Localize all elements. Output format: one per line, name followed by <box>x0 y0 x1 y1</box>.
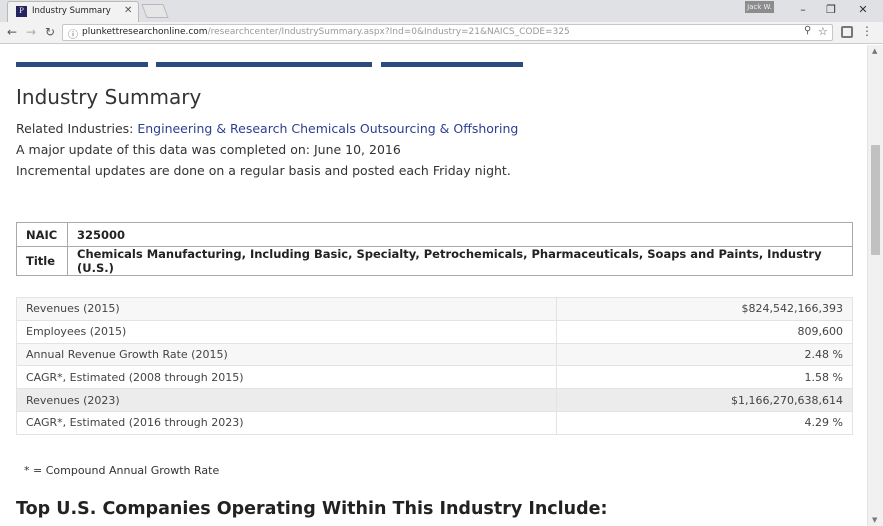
table-row: Annual Revenue Growth Rate (2015) 2.48 % <box>16 342 853 367</box>
stat-label: CAGR*, Estimated (2016 through 2023) <box>16 410 557 435</box>
stat-value: 4.29 % <box>556 410 853 435</box>
table-row: Revenues (2015) $824,542,166,393 <box>16 297 853 321</box>
tab-title: Industry Summary <box>32 6 111 16</box>
related-link-chemicals[interactable]: Chemicals <box>291 121 356 136</box>
scrollbar-thumb[interactable] <box>871 145 880 255</box>
browser-tab[interactable]: P Industry Summary ✕ <box>7 1 139 22</box>
scroll-down-arrow-icon[interactable]: ▼ <box>872 516 877 524</box>
naics-value: 325000 <box>67 222 853 247</box>
zoom-icon[interactable]: ⚲ <box>804 25 811 36</box>
extension-icon[interactable] <box>841 26 853 38</box>
forward-arrow-icon[interactable]: → <box>23 24 39 40</box>
table-row: Revenues (2023) $1,166,270,638,614 <box>16 388 853 412</box>
table-row: NAIC 325000 <box>16 222 853 247</box>
new-tab-button[interactable] <box>141 4 169 18</box>
incremental-update-line: Incremental updates are done on a regula… <box>16 163 511 178</box>
page-content: Industry Summary Related Industries: Eng… <box>0 45 867 526</box>
browser-menu-icon[interactable]: ⋮ <box>861 24 873 38</box>
table-row: Employees (2015) 809,600 <box>16 319 853 344</box>
site-favicon-icon: P <box>16 6 27 17</box>
stat-value: 2.48 % <box>556 342 853 367</box>
cagr-footnote: * = Compound Annual Growth Rate <box>24 464 220 477</box>
title-key: Title <box>16 246 68 276</box>
related-link-engineering[interactable]: Engineering & Research <box>137 121 287 136</box>
browser-toolbar: ← → ↻ ⓘ plunkettresearchonline.com/resea… <box>0 22 883 44</box>
url-host: plunkettresearchonline.com <box>82 27 208 37</box>
stat-label: Revenues (2015) <box>16 297 557 321</box>
industry-stats-table: Revenues (2015) $824,542,166,393 Employe… <box>16 297 853 435</box>
table-row: Title Chemicals Manufacturing, Including… <box>16 246 853 276</box>
stat-value: 809,600 <box>556 319 853 344</box>
stat-label: Annual Revenue Growth Rate (2015) <box>16 342 557 367</box>
nav-button-2[interactable] <box>156 62 372 67</box>
stat-value: 1.58 % <box>556 365 853 390</box>
stat-value: $824,542,166,393 <box>556 297 853 321</box>
reload-icon[interactable]: ↻ <box>42 24 58 40</box>
restore-icon[interactable]: ❐ <box>817 1 845 19</box>
url-text: plunkettresearchonline.com/researchcente… <box>82 27 570 37</box>
tab-bar: P Industry Summary ✕ Jack W. – ❐ ✕ <box>0 0 883 22</box>
stat-label: CAGR*, Estimated (2008 through 2015) <box>16 365 557 390</box>
nav-button-3[interactable] <box>381 62 523 67</box>
back-arrow-icon[interactable]: ← <box>4 24 20 40</box>
table-row: CAGR*, Estimated (2016 through 2023) 4.2… <box>16 410 853 435</box>
page-title: Industry Summary <box>16 85 202 109</box>
companies-heading: Top U.S. Companies Operating Within This… <box>16 499 608 519</box>
related-industries-label: Related Industries: <box>16 121 134 136</box>
stat-label: Revenues (2023) <box>16 388 557 412</box>
profile-button[interactable]: Jack W. <box>745 1 774 13</box>
related-link-outsourcing[interactable]: Outsourcing & Offshoring <box>360 121 519 136</box>
stat-value: $1,166,270,638,614 <box>556 388 853 412</box>
tab-close-icon[interactable]: ✕ <box>124 5 132 16</box>
title-value: Chemicals Manufacturing, Including Basic… <box>67 246 853 276</box>
naics-key: NAIC <box>16 222 68 247</box>
vertical-scrollbar[interactable]: ▲ ▼ <box>867 45 883 526</box>
related-industries-line: Related Industries: Engineering & Resear… <box>16 121 518 136</box>
bookmark-star-icon[interactable]: ☆ <box>818 25 828 38</box>
scroll-up-arrow-icon[interactable]: ▲ <box>872 47 877 55</box>
naics-table: NAIC 325000 Title Chemicals Manufacturin… <box>16 222 853 276</box>
url-path: /researchcenter/IndustrySummary.aspx?Ind… <box>207 27 570 37</box>
stat-label: Employees (2015) <box>16 319 557 344</box>
nav-button-1[interactable] <box>16 62 148 67</box>
update-line: A major update of this data was complete… <box>16 142 401 157</box>
address-bar[interactable]: ⓘ plunkettresearchonline.com/researchcen… <box>62 24 833 41</box>
minimize-icon[interactable]: – <box>789 1 817 19</box>
table-row: CAGR*, Estimated (2008 through 2015) 1.5… <box>16 365 853 390</box>
page-info-icon[interactable]: ⓘ <box>68 26 78 41</box>
window-close-icon[interactable]: ✕ <box>849 1 877 19</box>
